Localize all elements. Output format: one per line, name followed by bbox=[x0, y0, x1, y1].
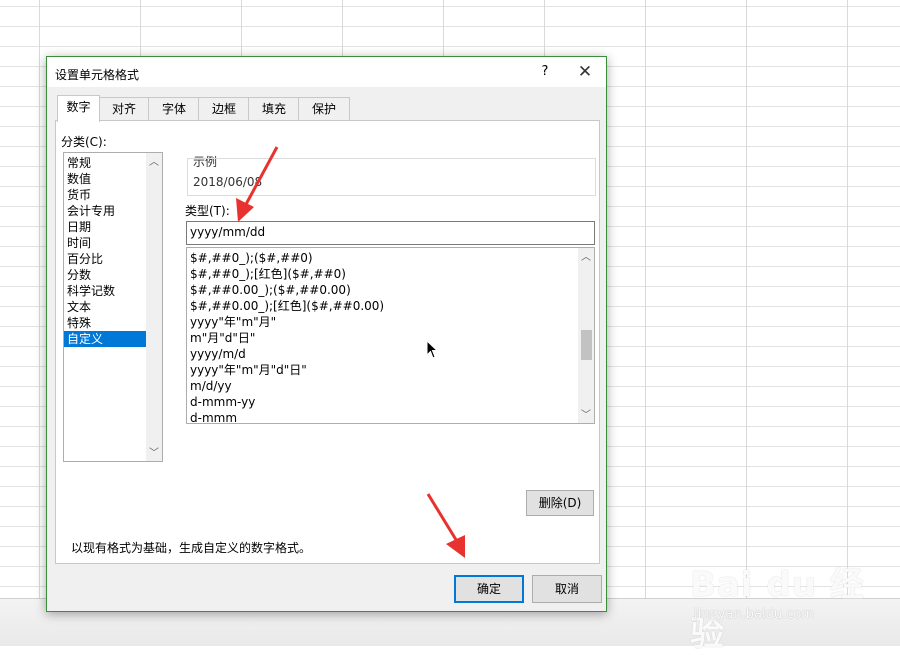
baidu-jingyan-watermark: Bai du 经验 jingyan.baidu.com bbox=[690, 547, 890, 654]
ok-button[interactable]: 确定 bbox=[454, 575, 524, 603]
tab-number[interactable]: 数字 bbox=[57, 95, 100, 122]
description-text: 以现有格式为基础，生成自定义的数字格式。 bbox=[71, 541, 312, 555]
format-item[interactable]: $#,##0.00_);[红色]($#,##0.00) bbox=[190, 298, 384, 314]
format-item[interactable]: yyyy"年"m"月"d"日" bbox=[190, 362, 307, 378]
category-item[interactable]: 日期 bbox=[64, 219, 156, 235]
format-cells-dialog: 设置单元格格式 ? ✕ 数字 对齐 字体 边框 填充 保护 分类(C): 常规 … bbox=[46, 56, 607, 612]
scroll-up-icon[interactable]: ︿ bbox=[146, 153, 162, 168]
category-item[interactable]: 数值 bbox=[64, 171, 156, 187]
format-item[interactable]: yyyy/m/d bbox=[190, 346, 246, 362]
tab-font[interactable]: 字体 bbox=[148, 97, 200, 121]
watermark-logo: Bai du 经验 bbox=[690, 565, 865, 654]
watermark-url: jingyan.baidu.com bbox=[694, 607, 814, 622]
sample-value: 2018/06/08 bbox=[193, 175, 263, 189]
tab-panel-number: 分类(C): 常规 数值 货币 会计专用 日期 时间 百分比 分数 科学记数 文… bbox=[55, 120, 600, 564]
category-item[interactable]: 常规 bbox=[64, 155, 156, 171]
category-label: 分类(C): bbox=[61, 135, 107, 149]
format-scrollbar[interactable]: ︿ ﹀ bbox=[578, 248, 594, 423]
category-item[interactable]: 货币 bbox=[64, 187, 156, 203]
scroll-down-icon[interactable]: ﹀ bbox=[146, 444, 162, 459]
cancel-button[interactable]: 取消 bbox=[532, 575, 602, 603]
format-item[interactable]: $#,##0_);[红色]($#,##0) bbox=[190, 266, 346, 282]
tab-border[interactable]: 边框 bbox=[198, 97, 250, 121]
type-label: 类型(T): bbox=[185, 204, 230, 218]
category-item[interactable]: 特殊 bbox=[64, 315, 156, 331]
category-item[interactable]: 时间 bbox=[64, 235, 156, 251]
scroll-down-icon[interactable]: ﹀ bbox=[578, 406, 594, 421]
close-button[interactable]: ✕ bbox=[573, 61, 597, 83]
scroll-thumb[interactable] bbox=[581, 330, 592, 360]
format-item[interactable]: m"月"d"日" bbox=[190, 330, 255, 346]
type-input[interactable]: yyyy/mm/dd bbox=[186, 221, 595, 245]
category-item[interactable]: 分数 bbox=[64, 267, 156, 283]
format-item[interactable]: d-mmm bbox=[190, 410, 237, 423]
category-list[interactable]: 常规 数值 货币 会计专用 日期 时间 百分比 分数 科学记数 文本 特殊 自定… bbox=[63, 152, 163, 462]
dialog-titlebar: 设置单元格格式 ? ✕ bbox=[47, 57, 606, 87]
category-scrollbar[interactable]: ︿ ﹀ bbox=[146, 153, 162, 461]
category-item[interactable]: 会计专用 bbox=[64, 203, 156, 219]
dialog-title: 设置单元格格式 bbox=[55, 68, 140, 82]
format-item[interactable]: yyyy"年"m"月" bbox=[190, 314, 276, 330]
format-item[interactable]: $#,##0_);($#,##0) bbox=[190, 250, 313, 266]
format-item[interactable]: $#,##0.00_);($#,##0.00) bbox=[190, 282, 351, 298]
category-item[interactable]: 百分比 bbox=[64, 251, 156, 267]
category-item[interactable]: 文本 bbox=[64, 299, 156, 315]
format-list[interactable]: $#,##0_);($#,##0) $#,##0_);[红色]($#,##0) … bbox=[186, 247, 595, 424]
format-item[interactable]: d-mmm-yy bbox=[190, 394, 255, 410]
help-button[interactable]: ? bbox=[536, 63, 554, 81]
format-item[interactable]: m/d/yy bbox=[190, 378, 232, 394]
tab-alignment[interactable]: 对齐 bbox=[98, 97, 150, 121]
category-item-selected[interactable]: 自定义 bbox=[64, 331, 156, 347]
category-item[interactable]: 科学记数 bbox=[64, 283, 156, 299]
scroll-up-icon[interactable]: ︿ bbox=[578, 248, 594, 263]
delete-button[interactable]: 删除(D) bbox=[526, 490, 594, 516]
tab-protection[interactable]: 保护 bbox=[298, 97, 350, 121]
tab-fill[interactable]: 填充 bbox=[248, 97, 300, 121]
